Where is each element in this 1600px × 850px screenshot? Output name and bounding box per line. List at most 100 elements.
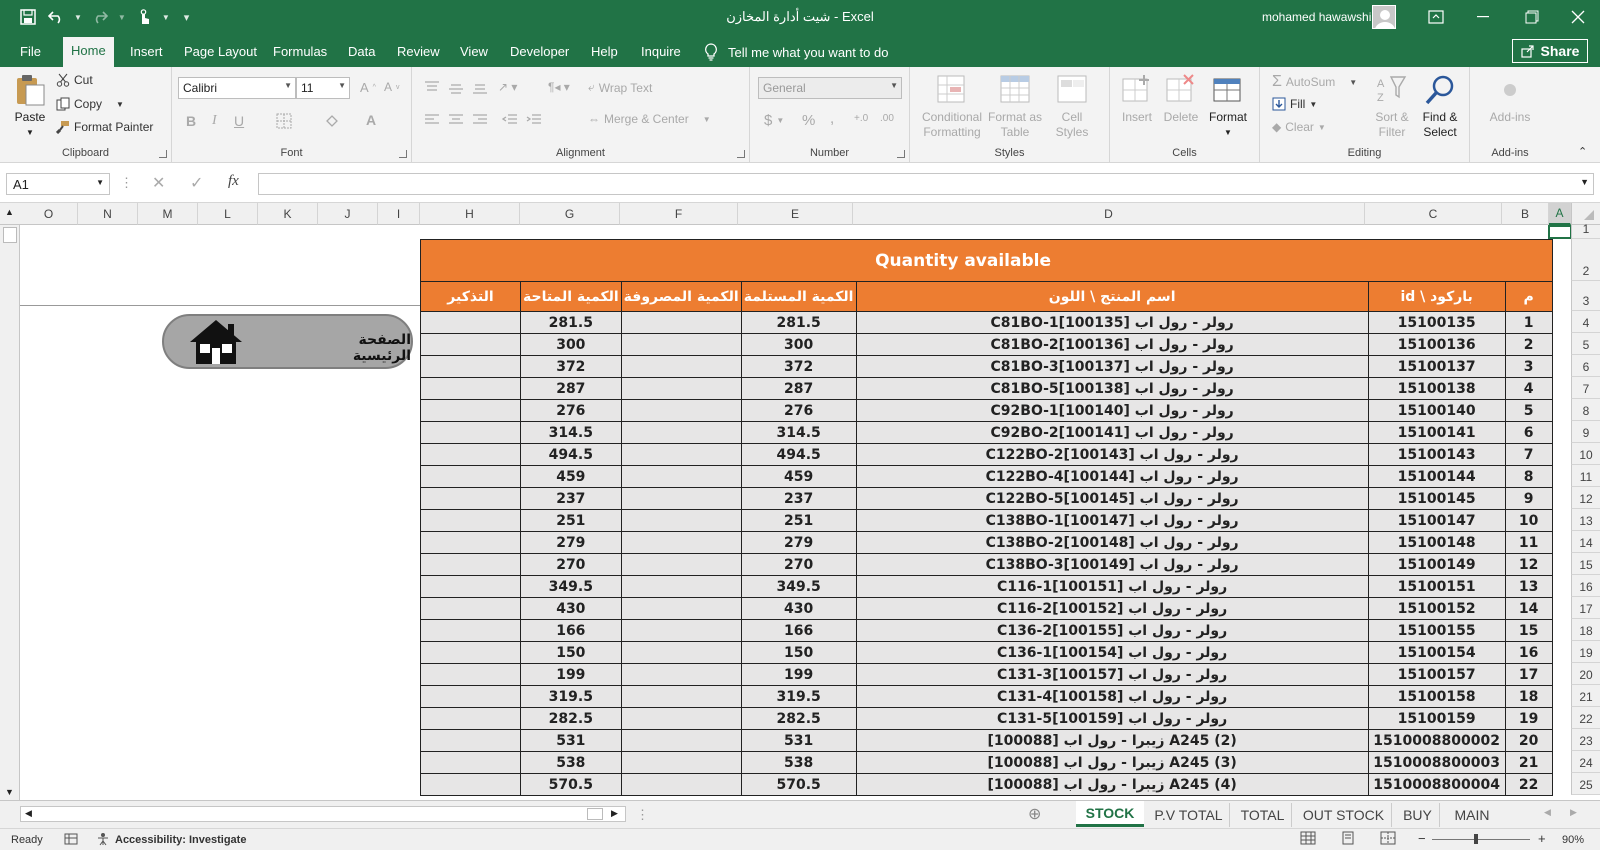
align-left-icon[interactable]	[424, 114, 440, 126]
tab-scroll-left-icon[interactable]: ◀	[1544, 807, 1551, 818]
rtl-direction-icon[interactable]: ¶◂ ▾	[548, 80, 570, 94]
col-header-e[interactable]: E	[738, 203, 853, 225]
barcode-cell[interactable]: 1510008800002	[1367, 729, 1506, 752]
col-header-k[interactable]: K	[258, 203, 318, 225]
header-received[interactable]: الكمية المستلمة	[740, 281, 857, 312]
zoom-out-icon[interactable]: −	[1418, 831, 1426, 846]
available-cell[interactable]: 430	[520, 597, 622, 620]
fill-color-icon[interactable]	[324, 113, 340, 129]
product-cell[interactable]: رولر - رول اب [100141]C92BO-2	[855, 421, 1369, 444]
align-center-icon[interactable]	[448, 114, 464, 126]
received-cell[interactable]: 150	[740, 641, 857, 664]
font-color-icon[interactable]: A	[366, 112, 376, 128]
share-button[interactable]: Share	[1512, 39, 1588, 63]
row-header-16[interactable]: 16	[1571, 575, 1600, 597]
tab-insert[interactable]: Insert	[130, 44, 163, 59]
formula-input[interactable]: ▼	[258, 173, 1594, 195]
available-cell[interactable]: 279	[520, 531, 622, 554]
expand-formula-icon[interactable]: ▼	[1580, 177, 1589, 187]
sheet-tab-stock[interactable]: STOCK	[1076, 801, 1144, 827]
received-cell[interactable]: 251	[740, 509, 857, 532]
cancel-entry-icon[interactable]: ✕	[152, 173, 165, 193]
cell-styles-button[interactable]: Cell Styles	[1046, 73, 1098, 140]
num-cell[interactable]: 19	[1504, 707, 1553, 730]
merge-center-button[interactable]: ⇔ Merge & Center ▼	[588, 112, 711, 126]
col-header-g[interactable]: G	[520, 203, 620, 225]
name-box[interactable]: A1 ▼	[6, 173, 110, 195]
num-cell[interactable]: 11	[1504, 531, 1553, 554]
collapse-ribbon-icon[interactable]: ⌃	[1578, 145, 1587, 158]
spent-cell[interactable]	[620, 685, 742, 708]
product-cell[interactable]: رولر - رول اب [100154]C136-1	[855, 641, 1369, 664]
scroll-right-icon[interactable]: ▶	[611, 808, 618, 819]
product-cell[interactable]: رولر - رول اب [100136]C81BO-2	[855, 333, 1369, 356]
reminder-cell[interactable]	[420, 311, 521, 334]
horizontal-scroll-thumb[interactable]	[587, 808, 603, 820]
align-middle-icon[interactable]	[448, 83, 464, 95]
row-header-4[interactable]: 4	[1571, 311, 1600, 333]
tab-split-grip-icon[interactable]: ⋮	[636, 807, 649, 823]
available-cell[interactable]: 459	[520, 465, 622, 488]
page-layout-view-icon[interactable]	[1340, 831, 1356, 848]
col-header-a[interactable]: A	[1549, 203, 1571, 225]
tab-file[interactable]: File	[20, 44, 41, 59]
barcode-cell[interactable]: 15100157	[1367, 663, 1506, 686]
reminder-cell[interactable]	[420, 597, 521, 620]
available-cell[interactable]: 372	[520, 355, 622, 378]
available-cell[interactable]: 570.5	[520, 773, 622, 796]
format-painter-button[interactable]: Format Painter	[56, 120, 153, 134]
barcode-cell[interactable]: 15100152	[1367, 597, 1506, 620]
num-cell[interactable]: 15	[1504, 619, 1553, 642]
received-cell[interactable]: 459	[740, 465, 857, 488]
num-cell[interactable]: 12	[1504, 553, 1553, 576]
barcode-cell[interactable]: 15100141	[1367, 421, 1506, 444]
product-cell[interactable]: رولر - رول اب [100145]C122BO-5	[855, 487, 1369, 510]
available-cell[interactable]: 494.5	[520, 443, 622, 466]
tab-view[interactable]: View	[460, 44, 488, 59]
spent-cell[interactable]	[620, 487, 742, 510]
zoom-slider-thumb[interactable]	[1474, 834, 1478, 844]
available-cell[interactable]: 282.5	[520, 707, 622, 730]
barcode-cell[interactable]: 15100154	[1367, 641, 1506, 664]
product-cell[interactable]: رولر - رول اب [100148]C138BO-2	[855, 531, 1369, 554]
normal-view-icon[interactable]	[1300, 831, 1316, 848]
available-cell[interactable]: 314.5	[520, 421, 622, 444]
reminder-cell[interactable]	[420, 487, 521, 510]
format-cells-dropdown-icon[interactable]: ▼	[1224, 125, 1232, 140]
available-cell[interactable]: 270	[520, 553, 622, 576]
barcode-cell[interactable]: 15100143	[1367, 443, 1506, 466]
insert-function-icon[interactable]: fx	[228, 173, 239, 190]
reminder-cell[interactable]	[420, 509, 521, 532]
num-cell[interactable]: 2	[1504, 333, 1553, 356]
home-page-button[interactable]: الصفحة الرئيسية	[162, 314, 413, 369]
barcode-cell[interactable]: 15100149	[1367, 553, 1506, 576]
available-cell[interactable]: 319.5	[520, 685, 622, 708]
user-name[interactable]: mohamed hawawshi	[1262, 10, 1371, 24]
autosum-button[interactable]: Σ AutoSum ▼	[1272, 73, 1357, 91]
zoom-slider[interactable]	[1432, 834, 1530, 844]
barcode-cell[interactable]: 15100140	[1367, 399, 1506, 422]
row-header-14[interactable]: 14	[1571, 531, 1600, 553]
num-cell[interactable]: 9	[1504, 487, 1553, 510]
barcode-cell[interactable]: 15100135	[1367, 311, 1506, 334]
spent-cell[interactable]	[620, 377, 742, 400]
row-header-15[interactable]: 15	[1571, 553, 1600, 575]
received-cell[interactable]: 199	[740, 663, 857, 686]
spent-cell[interactable]	[620, 465, 742, 488]
row-header-8[interactable]: 8	[1571, 399, 1600, 421]
row-header-22[interactable]: 22	[1571, 707, 1600, 729]
fill-button[interactable]: Fill ▼	[1272, 97, 1317, 111]
find-select-button[interactable]: Find & Select	[1416, 73, 1464, 140]
format-cells-button[interactable]: Format ▼	[1204, 73, 1252, 140]
currency-icon[interactable]: $ ▼	[764, 112, 784, 129]
paste-button[interactable]: Paste ▼	[8, 73, 52, 140]
font-size-dropdown-icon[interactable]: ▼	[338, 81, 346, 90]
wrap-text-button[interactable]: ⤶ Wrap Text	[588, 80, 652, 95]
header-available[interactable]: الكمية المتاحة	[520, 281, 622, 312]
new-sheet-icon[interactable]: ⊕	[1028, 804, 1041, 824]
reminder-cell[interactable]	[420, 575, 521, 598]
num-cell[interactable]: 14	[1504, 597, 1553, 620]
fill-dropdown-icon[interactable]: ▼	[1309, 100, 1317, 109]
product-cell[interactable]: رولر - رول اب [100149]C138BO-3	[855, 553, 1369, 576]
vertical-scrollbar[interactable]: ▼	[0, 225, 20, 801]
